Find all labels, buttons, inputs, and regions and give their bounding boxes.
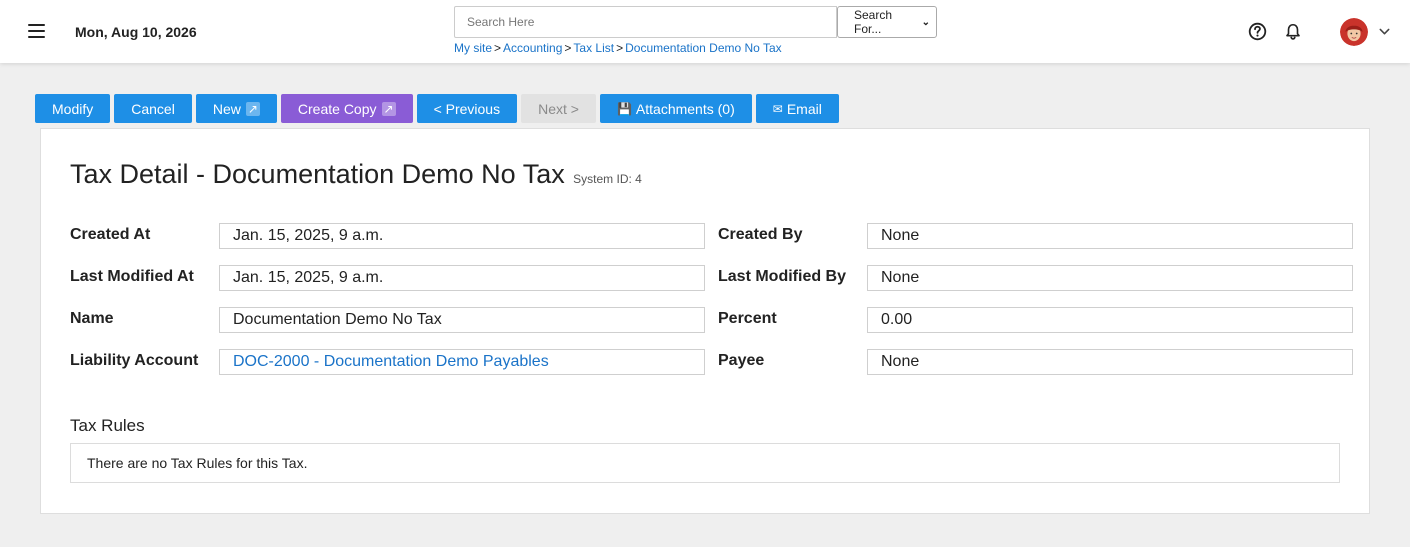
current-date: Mon, Aug 10, 2026	[75, 24, 197, 40]
chevron-down-icon: ⌄	[921, 16, 930, 28]
modify-button-label: Modify	[52, 100, 94, 117]
cancel-button-label: Cancel	[131, 100, 175, 117]
payee-label: Payee	[718, 352, 765, 369]
external-link-icon: ↗	[381, 101, 396, 116]
name-value: Documentation Demo No Tax	[219, 307, 705, 333]
breadcrumb-separator: >	[616, 41, 624, 55]
tax-rules-heading: Tax Rules	[70, 416, 145, 435]
breadcrumb-separator: >	[564, 41, 572, 55]
created-at-label: Created At	[70, 226, 151, 243]
external-link-icon: ↗	[245, 101, 260, 116]
breadcrumb-current-tax[interactable]: Documentation Demo No Tax	[625, 41, 782, 55]
liability-account-value: DOC-2000 - Documentation Demo Payables	[219, 349, 705, 375]
attachments-button-label: Attachments (0)	[635, 100, 735, 117]
breadcrumb-tax-list[interactable]: Tax List	[573, 41, 614, 55]
page-title-text: Tax Detail - Documentation Demo No Tax	[70, 159, 565, 189]
tax-rules-empty-message: There are no Tax Rules for this Tax.	[87, 455, 308, 471]
last-modified-by-value: None	[867, 265, 1353, 291]
action-toolbar: Modify Cancel New ↗ Create Copy ↗ < Previo…	[35, 94, 839, 123]
page-title: Tax Detail - Documentation Demo No Tax S…	[70, 159, 642, 190]
floppy-disk-icon: 💾	[616, 101, 632, 116]
new-button[interactable]: New ↗	[195, 94, 277, 123]
last-modified-at-value: Jan. 15, 2025, 9 a.m.	[219, 265, 705, 291]
create-copy-button[interactable]: Create Copy ↗	[280, 94, 413, 123]
percent-label: Percent	[718, 310, 777, 327]
search-input[interactable]	[454, 6, 837, 38]
name-value-text: Documentation Demo No Tax	[233, 311, 442, 328]
new-button-label: New	[212, 100, 241, 117]
chevron-down-icon[interactable]	[1378, 25, 1391, 38]
created-by-value: None	[867, 223, 1353, 249]
search-for-select-value: Search For...	[854, 8, 893, 36]
created-by-value-text: None	[881, 227, 920, 244]
hamburger-menu-icon[interactable]	[28, 24, 45, 38]
percent-value-text: 0.00	[881, 311, 913, 328]
bell-icon[interactable]	[1284, 22, 1302, 41]
system-id: System ID: 4	[573, 172, 642, 186]
avatar[interactable]	[1340, 18, 1368, 46]
created-at-value-text: Jan. 15, 2025, 9 a.m.	[233, 227, 384, 244]
email-button-label: Email	[786, 100, 822, 117]
breadcrumb-separator: >	[494, 41, 502, 55]
attachments-button[interactable]: 💾 Attachments (0)	[599, 94, 752, 123]
help-circle-icon[interactable]	[1248, 22, 1267, 41]
modify-button[interactable]: Modify	[35, 94, 111, 123]
created-at-value: Jan. 15, 2025, 9 a.m.	[219, 223, 705, 249]
last-modified-at-value-text: Jan. 15, 2025, 9 a.m.	[233, 269, 384, 286]
previous-button[interactable]: < Previous	[416, 94, 518, 123]
last-modified-by-value-text: None	[881, 269, 920, 286]
created-by-label: Created By	[718, 226, 803, 243]
email-button[interactable]: ✉ Email	[755, 94, 839, 123]
next-button-label: Next >	[538, 100, 579, 117]
create-copy-button-label: Create Copy	[297, 100, 377, 117]
envelope-icon: ✉	[772, 101, 783, 116]
next-button: Next >	[521, 94, 596, 123]
payee-value: None	[867, 349, 1353, 375]
previous-button-label: < Previous	[433, 100, 501, 117]
search-for-select[interactable]: Search For... ⌄	[837, 6, 937, 38]
top-navbar: Mon, Aug 10, 2026 Search For... ⌄ My sit…	[0, 0, 1410, 63]
payee-value-text: None	[881, 353, 920, 370]
tax-detail-card: Tax Detail - Documentation Demo No Tax S…	[40, 128, 1370, 514]
last-modified-by-label: Last Modified By	[718, 268, 847, 285]
liability-account-link[interactable]: DOC-2000 - Documentation Demo Payables	[233, 353, 549, 371]
cancel-button[interactable]: Cancel	[114, 94, 192, 123]
name-label: Name	[70, 310, 114, 327]
last-modified-at-label: Last Modified At	[70, 268, 194, 285]
percent-value: 0.00	[867, 307, 1353, 333]
breadcrumb-accounting[interactable]: Accounting	[503, 41, 562, 55]
liability-account-label: Liability Account	[70, 352, 199, 369]
breadcrumb: My site > Accounting > Tax List > Documentatio…	[454, 41, 782, 55]
tax-rules-empty-state: There are no Tax Rules for this Tax.	[70, 443, 1340, 483]
breadcrumb-my-site[interactable]: My site	[454, 41, 492, 55]
